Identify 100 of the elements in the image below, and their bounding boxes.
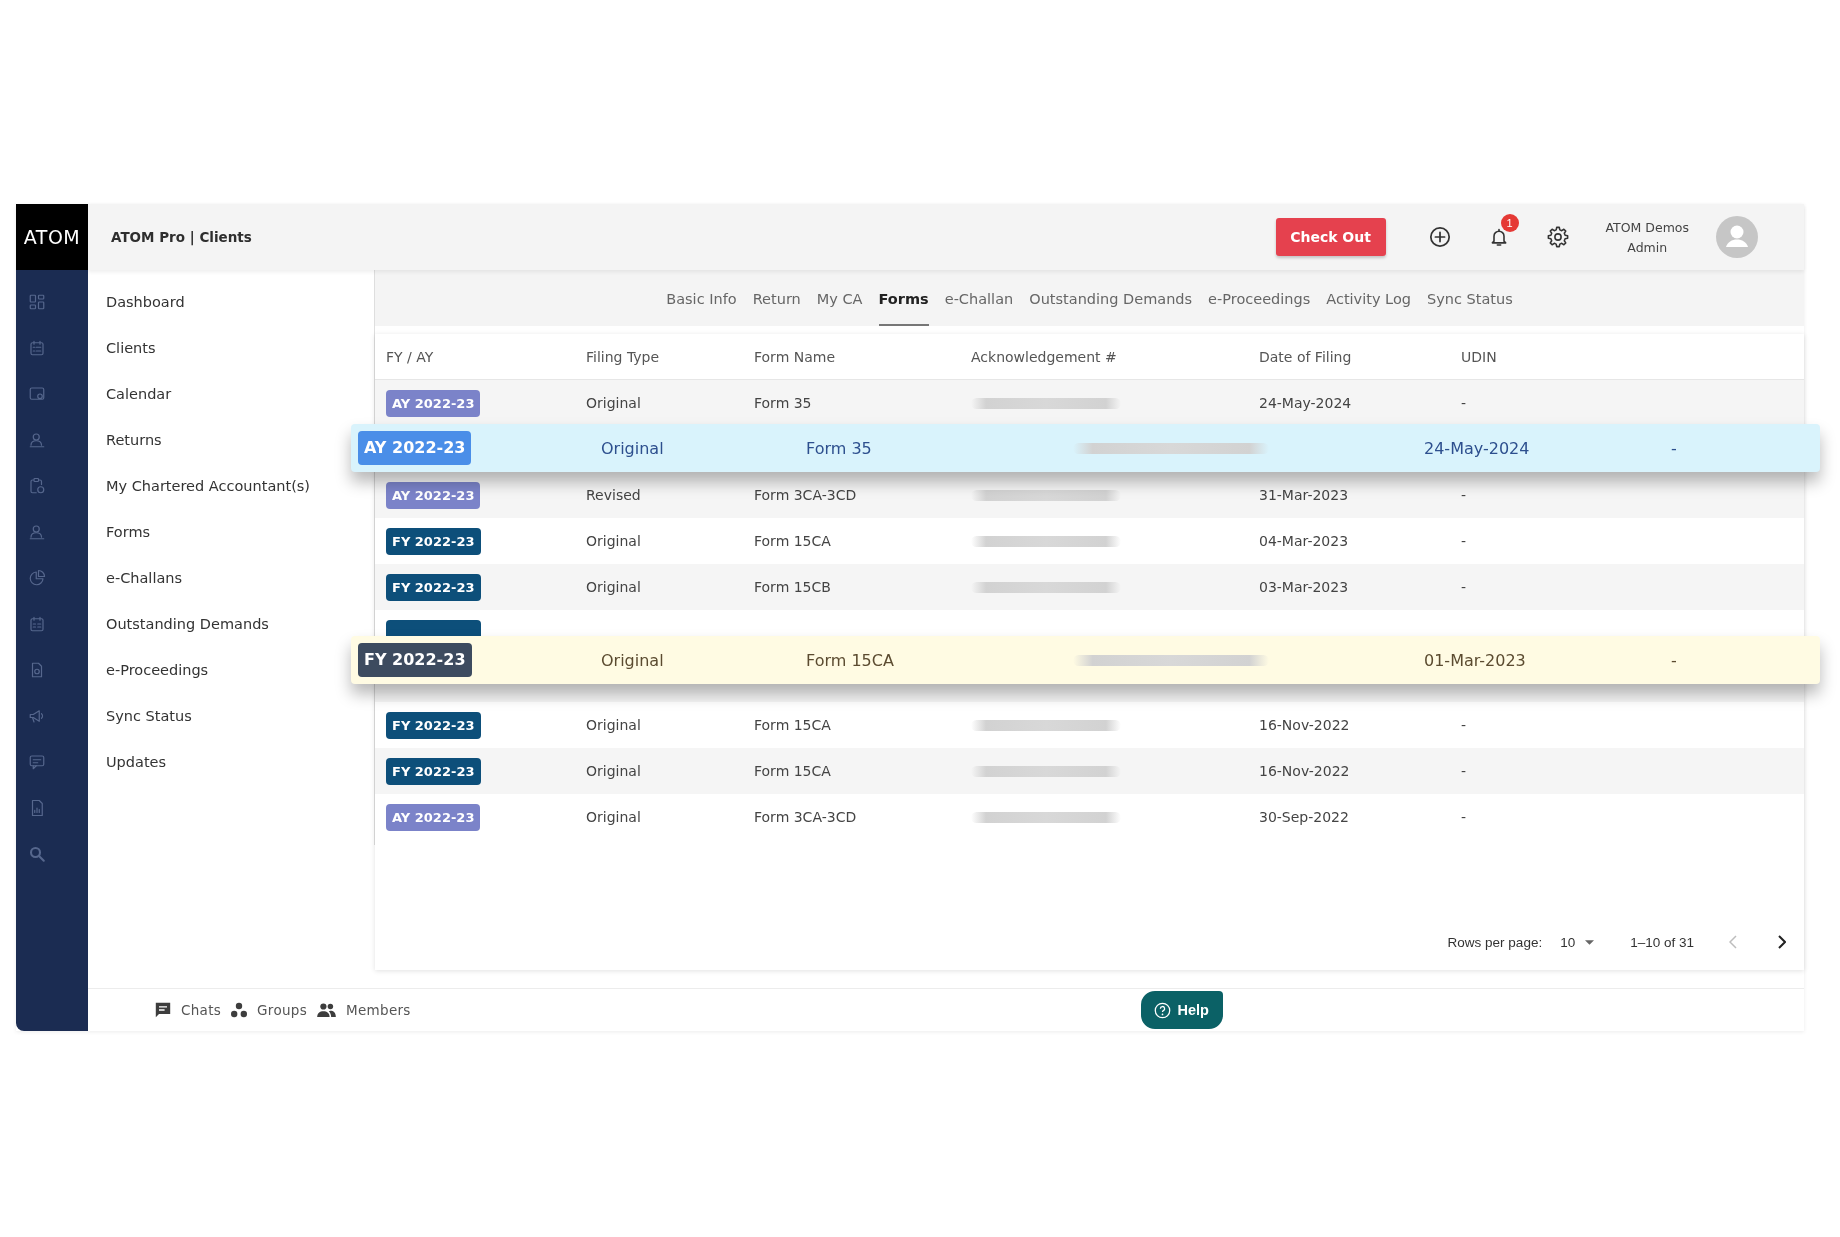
notification-count: 1 [1500,214,1519,232]
check-out-button[interactable]: Check Out [1275,218,1386,256]
rows-per-page-label: Rows per page: [1447,934,1543,950]
dashboard-icon[interactable] [28,293,46,311]
nav-link[interactable]: Forms [106,524,151,540]
nav-link[interactable]: Updates [106,754,167,770]
tab[interactable]: Activity Log [1326,270,1411,326]
nav-link[interactable]: Clients [106,340,156,356]
chevron-left-icon [1729,935,1737,949]
chevron-right-icon [1778,935,1786,949]
chats-link[interactable]: Chats [155,1002,222,1018]
table-cell: Form 15CA [754,533,831,549]
message-icon[interactable] [28,753,46,771]
search-icon[interactable] [28,845,46,863]
rows-per-page-select[interactable]: 10 [1560,934,1595,950]
table-cell: Original [586,809,641,825]
table-cell: 01-Mar-2023 [1424,650,1526,670]
year-badge: AY 2022-23 [386,803,481,831]
year-badge: AY 2022-23 [386,481,481,509]
checklist-icon[interactable] [28,339,46,357]
table-cell: - [1671,438,1677,458]
nav-link[interactable]: My Chartered Accountant(s) [106,478,311,494]
table-cell: - [1461,579,1467,595]
table-cell: 31-Mar-2023 [1259,487,1349,503]
year-badge: FY 2022-23 [386,527,481,555]
table-cell: Original [586,717,641,733]
table-cell: 24-May-2024 [1424,438,1530,458]
group-icon [231,1002,248,1018]
table-cell: Form 15CA [754,717,831,733]
table-cell: Form 15CA [754,763,831,779]
tab[interactable]: Return [752,270,801,326]
caret-icon [1585,939,1595,945]
column-header: Filing Type [586,348,661,365]
person-icon[interactable] [28,523,46,541]
year-badge: FY 2022-23 [358,643,472,677]
nav-link[interactable]: Returns [106,432,162,448]
members-icon [317,1003,337,1017]
pie-chart-icon[interactable] [28,569,46,587]
table-cell: 04-Mar-2023 [1259,533,1349,549]
year-badge: AY 2022-23 [386,389,481,417]
table-cell: Original [586,579,641,595]
app-logo: ATOM [16,204,88,270]
year-badge: FY 2022-23 [386,711,481,739]
column-header: Form Name [754,348,837,365]
tab[interactable]: e-Proceedings [1208,270,1311,326]
year-badge: FY 2022-23 [386,573,481,601]
table-cell: 16-Nov-2022 [1259,717,1350,733]
table-cell: - [1461,395,1467,411]
column-header: FY / AY [386,348,435,365]
table-cell: Form 3CA-3CD [754,809,857,825]
tab[interactable]: e-Challan [944,270,1014,326]
table-cell: Original [586,395,641,411]
table-cell: - [1671,650,1677,670]
nav-link[interactable]: e-Challans [106,570,183,586]
groups-link[interactable]: Groups [231,1002,308,1018]
help-button[interactable]: Help [1140,991,1223,1029]
nav-link[interactable]: e-Proceedings [106,662,209,678]
clipboard-icon[interactable] [28,477,46,495]
nav-link[interactable]: Outstanding Demands [106,616,269,632]
nav-link[interactable]: Dashboard [106,294,185,310]
person-icon[interactable] [28,431,46,449]
table-cell: Form 15CB [754,579,831,595]
table-cell: 16-Nov-2022 [1259,763,1350,779]
column-header: UDIN [1461,348,1498,365]
table-cell: 24-May-2024 [1259,395,1352,411]
tab[interactable]: Sync Status [1427,270,1513,326]
nav-link[interactable]: Sync Status [106,708,192,724]
members-link[interactable]: Members [317,1002,411,1018]
page-title: ATOM Pro | Clients [111,229,252,245]
tab[interactable]: My CA [816,270,863,326]
table-cell: Original [586,763,641,779]
table-cell: Original [586,533,641,549]
add-icon[interactable] [1428,226,1451,248]
dragged-row[interactable]: AY 2022-23 Original Form 35 24-May-2024 - [351,424,1820,472]
megaphone-icon[interactable] [28,707,46,725]
settings-icon[interactable] [1546,226,1569,248]
table-cell: Form 35 [754,395,812,411]
tab[interactable]: Outstanding Demands [1029,270,1193,326]
table-cell: Original [601,650,664,670]
dragged-row[interactable]: FY 2022-23 Original Form 15CA 01-Mar-2023 - [351,636,1820,684]
year-badge: AY 2022-23 [358,431,472,465]
year-badge: FY 2022-23 [386,757,481,785]
table-cell: Form 35 [806,438,872,458]
avatar-icon[interactable] [1716,216,1758,258]
user-role: Admin [1627,239,1668,255]
card-icon[interactable] [28,385,46,403]
column-header: Date of Filing [1259,348,1353,365]
page-range: 1–10 of 31 [1630,934,1694,950]
nav-link[interactable]: Calendar [106,386,172,402]
help-icon [1154,1001,1172,1019]
calendar-icon[interactable] [28,615,46,633]
table-cell: - [1461,487,1467,503]
user-name: ATOM Demos [1605,219,1689,235]
table-cell: Original [601,438,664,458]
tab[interactable]: Basic Info [666,270,737,326]
table-cell: 30-Sep-2022 [1259,809,1349,825]
tab[interactable]: Forms [878,270,929,326]
table-cell: Revised [586,487,641,503]
table-cell: - [1461,763,1467,779]
table-cell: Form 3CA-3CD [754,487,857,503]
